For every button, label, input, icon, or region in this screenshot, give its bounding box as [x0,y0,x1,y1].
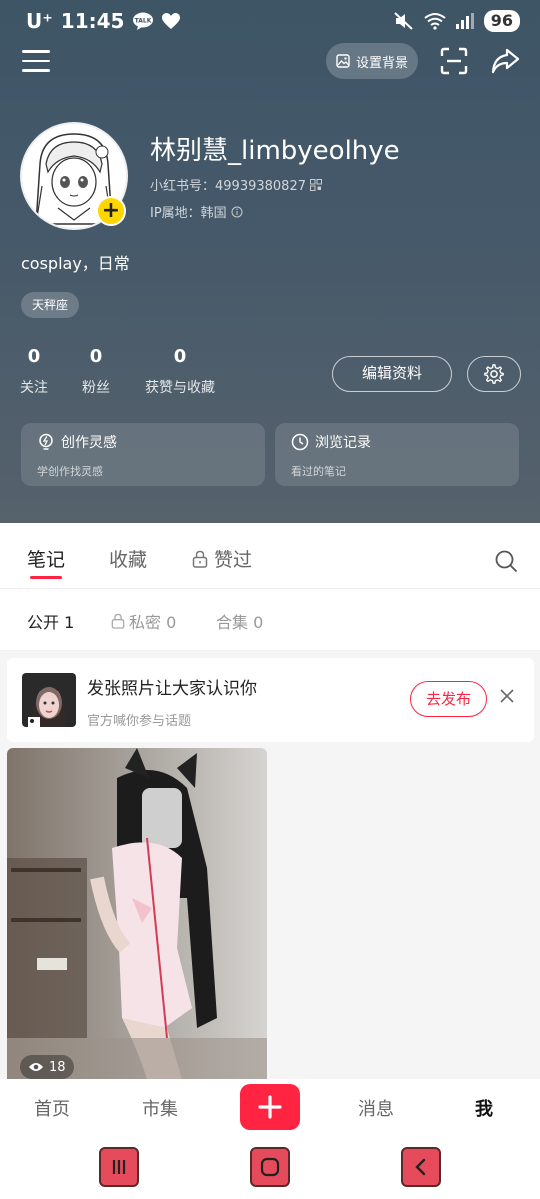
edit-profile-button[interactable]: 编辑资料 [332,356,452,392]
card-title: 浏览记录 [315,435,371,451]
recent-apps-icon [112,1160,126,1174]
promo-subtitle: 官方喊你参与话题 [87,714,192,729]
browse-history-title: 浏览记录 [291,432,371,452]
tab-label: 笔记 [27,549,66,571]
notification-icons: TALK [132,12,181,30]
likes-count: 0 [173,346,187,367]
bottom-nav: 首页 市集 消息 我 [0,1079,540,1135]
card-title: 创作灵感 [61,435,117,451]
lock-icon [111,613,125,629]
image-icon [336,54,350,68]
promo-photo [22,673,76,727]
talk-icon: TALK [133,12,154,30]
add-avatar-button[interactable]: + [96,196,126,226]
battery-level: 96 [483,10,520,32]
top-bar: 设置背景 [0,42,540,82]
content-area: 笔记 收藏 赞过 公开 1 私密 0 合集 0 发张照片让大家认识你 官方喊你参… [0,523,540,1079]
view-count-badge: 18 [20,1055,74,1079]
active-tab-indicator [30,576,62,579]
ip-location-text: IP属地：韩国 [150,206,227,221]
home-icon [260,1157,280,1177]
tab-collections[interactable]: 收藏 [109,545,147,572]
clock: 11:45 [60,9,125,33]
creation-inspiration-card[interactable]: 创作灵感 学创作找灵感 [21,423,265,486]
set-background-label: 设置背景 [355,55,408,71]
plus-icon [258,1095,282,1119]
tab-liked[interactable]: 赞过 [192,545,252,572]
profile-screen: U⁺ 11:45 TALK 96 设置背景 + 林别慧_limbyeolhye … [0,0,540,1199]
red-id: 小红书号：49939380827 [150,175,322,194]
nav-me[interactable]: 我 [475,1095,493,1121]
view-count: 18 [49,1059,66,1075]
status-bar: U⁺ 11:45 TALK 96 [26,6,520,36]
back-button[interactable] [401,1147,441,1187]
subtab-albums[interactable]: 合集 0 [216,609,263,633]
subtab-label: 私密 0 [129,613,177,632]
subtab-public[interactable]: 公开 1 [27,609,74,633]
signal-icon [455,13,474,29]
back-icon [415,1158,426,1176]
nav-messages[interactable]: 消息 [358,1095,394,1121]
browse-history-card[interactable]: 浏览记录 看过的笔记 [275,423,519,486]
close-icon[interactable] [499,688,515,704]
search-icon[interactable] [494,549,518,573]
qr-code-icon[interactable] [309,178,322,191]
mute-icon [394,12,413,30]
bio: cosplay，日常 [21,254,130,273]
subtab-private[interactable]: 私密 0 [111,609,176,633]
tab-notes[interactable]: 笔记 [27,545,65,572]
likes-stat[interactable]: 0 获赞与收藏 [143,346,217,397]
red-id-text: 小红书号：49939380827 [150,179,306,194]
scan-icon[interactable] [440,47,468,75]
promo-title: 发张照片让大家认识你 [87,679,257,699]
heart-icon [162,12,181,29]
settings-button[interactable] [467,356,521,392]
tab-bar: 笔记 收藏 赞过 [0,523,540,589]
clock-icon [291,433,309,451]
eye-icon [29,1063,43,1071]
create-post-button[interactable] [240,1084,300,1130]
menu-icon[interactable] [22,50,50,74]
note-card[interactable]: 18 [7,748,267,1079]
info-icon[interactable] [231,206,243,218]
zodiac-tag: 天秤座 [21,292,80,318]
tab-label: 赞过 [214,549,253,571]
home-button[interactable] [250,1147,290,1187]
set-background-button[interactable]: 设置背景 [326,43,418,79]
sub-tab-bar: 公开 1 私密 0 合集 0 [0,589,540,651]
nav-home[interactable]: 首页 [34,1095,70,1121]
publish-button[interactable]: 去发布 [410,681,487,717]
wifi-icon [424,13,446,30]
share-icon[interactable] [490,46,520,76]
subtab-label: 合集 0 [216,613,264,632]
creation-inspiration-title: 创作灵感 [37,432,117,452]
following-label: 关注 [20,380,48,396]
card-subtitle: 学创作找灵感 [37,465,103,478]
ip-location: IP属地：韩国 [150,202,243,221]
likes-label: 获赞与收藏 [145,380,215,396]
lock-icon [192,550,208,568]
profile-header: U⁺ 11:45 TALK 96 设置背景 + 林别慧_limbyeolhye … [0,0,540,523]
following-stat[interactable]: 0 关注 [20,346,48,397]
following-count: 0 [27,346,41,367]
tab-label: 收藏 [109,549,148,571]
gear-icon [484,364,504,384]
carrier-label: U⁺ [26,9,53,33]
promo-banner[interactable]: 发张照片让大家认识你 官方喊你参与话题 去发布 [7,658,534,742]
followers-stat[interactable]: 0 粉丝 [81,346,111,397]
username: 林别慧_limbyeolhye [150,136,400,166]
status-right: 96 [394,10,520,32]
card-subtitle: 看过的笔记 [291,465,346,478]
note-cover-image [7,748,267,1079]
lightbulb-icon [39,433,53,450]
followers-count: 0 [89,346,103,367]
subtab-label: 公开 1 [27,613,75,632]
followers-label: 粉丝 [82,380,110,396]
svg-text:TALK: TALK [135,18,152,25]
nav-market[interactable]: 市集 [142,1095,178,1121]
promo-thumbnail [22,673,76,727]
system-nav-bar [0,1135,540,1199]
recent-apps-button[interactable] [99,1147,139,1187]
